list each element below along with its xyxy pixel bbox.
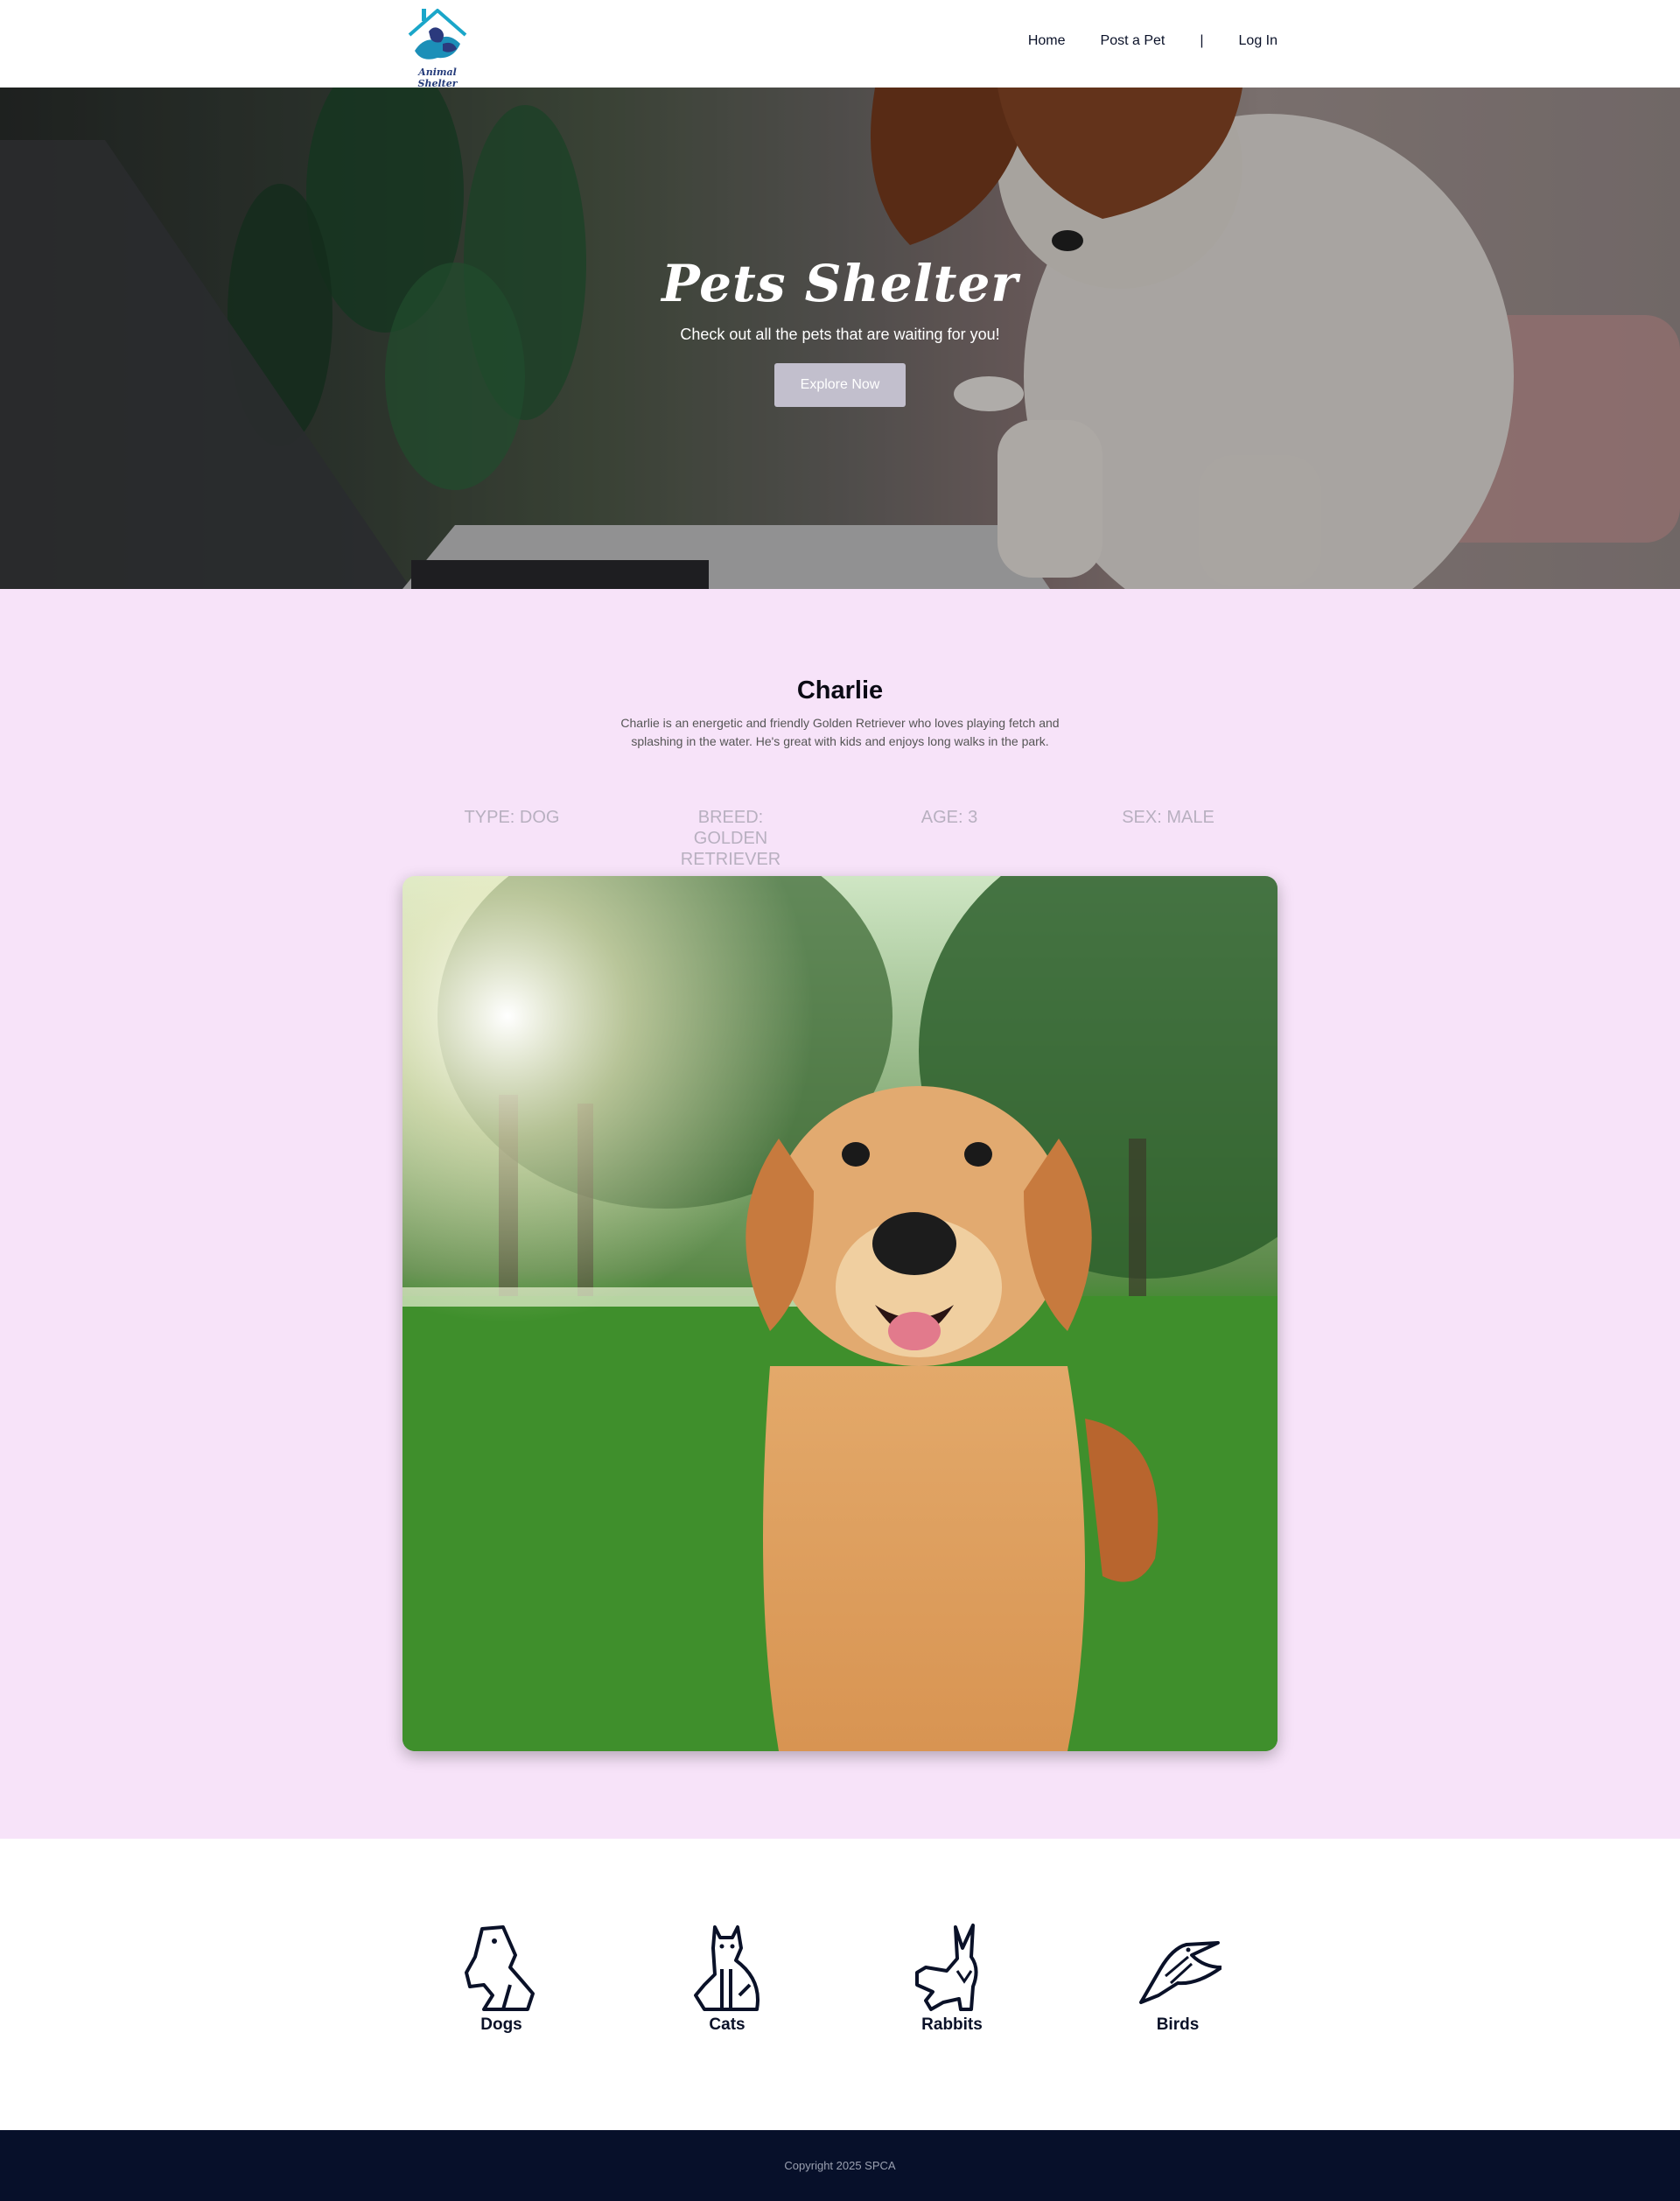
golden-retriever-photo bbox=[402, 876, 1278, 1751]
category-dogs[interactable]: Dogs bbox=[449, 1922, 554, 2035]
logo-text: Animal Shelter bbox=[417, 67, 458, 89]
category-birds[interactable]: Birds bbox=[1125, 1922, 1230, 2035]
site-footer: Copyright 2025 SPCA bbox=[0, 2130, 1680, 2201]
main-nav: Home Post a Pet | Log In bbox=[1028, 33, 1278, 49]
nav-login-link[interactable]: Log In bbox=[1239, 33, 1278, 49]
explore-now-button[interactable]: Explore Now bbox=[774, 363, 906, 407]
category-dogs-label: Dogs bbox=[480, 2015, 522, 2034]
pet-age-stat: Age: 3 bbox=[920, 808, 978, 827]
shelter-logo[interactable]: Animal Shelter bbox=[402, 5, 472, 89]
nav-home-link[interactable]: Home bbox=[1028, 33, 1066, 49]
hero-subtitle: Check out all the pets that are waiting … bbox=[680, 326, 1000, 343]
category-rabbits-label: Rabbits bbox=[921, 2015, 983, 2034]
nav-separator: | bbox=[1200, 33, 1204, 48]
category-rabbits[interactable]: Rabbits bbox=[900, 1922, 1004, 2035]
pet-breed-stat: Breed: Golden Retriever bbox=[680, 808, 781, 869]
category-cats[interactable]: Cats bbox=[675, 1922, 780, 2035]
hero-title: Pets Shelter bbox=[662, 254, 1018, 313]
dog-icon bbox=[465, 1925, 535, 2011]
cat-icon bbox=[694, 1925, 760, 2011]
copyright-text: Copyright 2025 SPCA bbox=[784, 2159, 896, 2172]
pet-description: Charlie is an energetic and friendly Gol… bbox=[620, 716, 1060, 748]
pet-sex-stat: Sex: Male bbox=[1122, 808, 1214, 827]
pet-name: Charlie bbox=[796, 676, 884, 704]
pet-stats: Type: Dog Breed: Golden Retriever Age: 3… bbox=[402, 807, 1278, 870]
site-header: Animal Shelter Home Post a Pet | Log In bbox=[0, 0, 1680, 89]
rabbit-icon bbox=[915, 1924, 978, 2011]
category-cats-label: Cats bbox=[709, 2015, 746, 2034]
pet-type-stat: Type: Dog bbox=[464, 808, 560, 827]
hero-content: Pets Shelter Check out all the pets that… bbox=[0, 254, 1680, 407]
hero-banner: Pets Shelter Check out all the pets that… bbox=[0, 88, 1680, 589]
category-section: Dogs Cats Rabbits Birds bbox=[0, 1839, 1680, 2130]
nav-post-pet-link[interactable]: Post a Pet bbox=[1101, 33, 1166, 49]
pet-photo bbox=[402, 876, 1278, 1751]
pet-detail-section: Charlie Charlie is an energetic and frie… bbox=[0, 589, 1680, 1839]
bird-icon bbox=[1139, 1941, 1222, 2004]
house-pets-icon bbox=[408, 9, 467, 60]
category-birds-label: Birds bbox=[1156, 2015, 1200, 2034]
